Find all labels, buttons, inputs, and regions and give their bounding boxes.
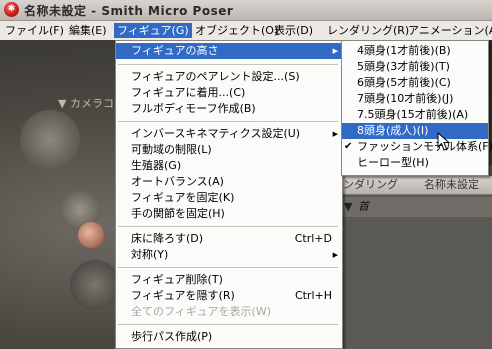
menu-item-label: 対称(Y) [131,248,169,261]
submenu-item-7-heads[interactable]: 7頭身(10才前後)(J) [342,91,488,107]
actor-row[interactable]: ▼ 首 [330,197,492,217]
menu-animation[interactable]: アニメーション(A) [405,23,492,38]
render-tab[interactable]: ンダリング [343,176,398,194]
menu-item-parent-figure[interactable]: フィギュアのペアレント設定...(S) [116,69,342,85]
figure-menu-dropdown: フィギュアの高さ ▶ フィギュアのペアレント設定...(S) フィギュアに着用.… [115,40,343,349]
menu-item-figure-height[interactable]: フィギュアの高さ ▶ [116,43,342,59]
window-title: 名称未設定 - Smith Micro Poser [24,4,234,18]
menu-display[interactable]: 表示(D) [271,23,316,38]
menu-item-label: 7.5頭身(15才前後)(A) [357,108,469,121]
menu-item-conform-to[interactable]: フィギュアに着用...(C) [116,85,342,101]
menu-item-symmetry[interactable]: 対称(Y) ▶ [116,247,342,263]
menu-item-label: フィギュアの高さ [131,44,219,57]
menu-item-auto-balance[interactable]: オートバランス(A) [116,174,342,190]
menu-item-label: 6頭身(5才前後)(C) [357,76,451,89]
menu-separator [118,64,338,66]
figure-height-submenu: 4頭身(1才前後)(B) 5頭身(3才前後)(T) 6頭身(5才前後)(C) 7… [341,40,492,176]
menu-item-lock-hand-parts[interactable]: 手の関節を固定(H) [116,206,342,222]
menu-item-label: 全てのフィギュアを表示(W) [131,305,272,318]
menu-item-hide-figure[interactable]: フィギュアを隠す(R) Ctrl+H [116,288,342,304]
menu-item-label: 5頭身(3才前後)(T) [357,60,450,73]
menu-item-genitalia[interactable]: 生殖器(G) [116,158,342,174]
camera-controls-label: ▼ カメラコ [58,97,114,110]
submenu-item-6-heads[interactable]: 6頭身(5才前後)(C) [342,75,488,91]
submenu-arrow-icon: ▶ [332,130,338,138]
menu-item-label: 生殖器(G) [131,159,182,172]
menu-item-label: ファッションモデル体系(F) [357,140,492,153]
menu-item-label: 可動域の制限(L) [131,143,212,156]
menu-item-label: ヒーロー型(H) [357,156,429,169]
menu-item-label: フィギュアに着用...(C) [131,86,246,99]
submenu-item-4-heads[interactable]: 4頭身(1才前後)(B) [342,43,488,59]
menu-item-label: フィギュアを隠す(R) [131,289,235,302]
menu-item-label: 手の関節を固定(H) [131,207,225,220]
menu-item-label: オートバランス(A) [131,175,224,188]
mouse-pointer-icon [437,132,451,151]
menu-separator [118,324,338,326]
camera-trackball[interactable] [20,110,80,170]
menu-item-label: フルボディモーフ作成(B) [131,102,256,115]
submenu-item-7-5-heads[interactable]: 7.5頭身(15才前後)(A) [342,107,488,123]
move-control-dial[interactable] [70,260,120,310]
submenu-item-8-heads[interactable]: 8頭身(成人)(I) [342,123,488,139]
submenu-arrow-icon: ▶ [332,47,338,55]
menu-separator [118,121,338,123]
hand-control-icon[interactable] [78,222,104,248]
menu-separator [118,226,338,228]
menu-item-full-body-morph[interactable]: フルボディモーフ作成(B) [116,101,342,117]
menu-item-label: インバースキネマティクス設定(U) [131,127,301,140]
menu-item-label: 8頭身(成人)(I) [357,124,429,137]
menu-item-label: フィギュアを固定(K) [131,191,235,204]
menu-shortcut: Ctrl+H [294,289,332,302]
menu-separator [118,267,338,269]
menu-edit[interactable]: 編集(E) [66,23,110,38]
title-bar: ✱ 名称未設定 - Smith Micro Poser [0,0,492,21]
menu-item-label: フィギュア削除(T) [131,273,223,286]
menu-figure[interactable]: フィギュア(G) [114,23,192,38]
expand-triangle-icon[interactable]: ▼ [344,197,352,217]
menu-file[interactable]: ファイル(F) [2,23,67,38]
menu-item-show-all-figures[interactable]: 全てのフィギュアを表示(W) [116,304,342,320]
menu-item-delete-figure[interactable]: フィギュア削除(T) [116,272,342,288]
menu-item-inverse-kinematics[interactable]: インバースキネマティクス設定(U) ▶ [116,126,342,142]
submenu-item-fashion-model[interactable]: ✔ ファッションモデル体系(F) [342,139,492,155]
menu-render[interactable]: レンダリング(R) [324,23,412,38]
menu-shortcut: Ctrl+D [294,232,332,245]
panel-tab-bar: ンダリング 名称未設定 [330,176,492,195]
menu-object[interactable]: オブジェクト(O) [192,23,281,38]
menu-item-label: フィギュアのペアレント設定...(S) [131,70,300,83]
checkmark-icon: ✔ [344,141,353,152]
poser-app-icon[interactable]: ✱ [4,2,19,17]
menu-item-label: 床に降ろす(D) [131,232,204,245]
document-tab[interactable]: 名称未設定 [424,176,479,194]
submenu-arrow-icon: ▶ [332,251,338,259]
menu-item-create-walk-path[interactable]: 歩行パス作成(P) [116,329,342,345]
menu-item-label: 7頭身(10才前後)(J) [357,92,454,105]
actor-label: 首 [358,200,369,213]
submenu-item-5-heads[interactable]: 5頭身(3才前後)(T) [342,59,488,75]
menu-item-label: 歩行パス作成(P) [131,330,213,343]
submenu-item-heroic[interactable]: ヒーロー型(H) [342,155,488,171]
menu-item-lock-figure[interactable]: フィギュアを固定(K) [116,190,342,206]
menu-item-label: 4頭身(1才前後)(B) [357,44,451,57]
menu-bar: ファイル(F) 編集(E) フィギュア(G) オブジェクト(O) 表示(D) レ… [0,21,492,41]
menu-item-use-limits[interactable]: 可動域の制限(L) [116,142,342,158]
menu-item-drop-to-floor[interactable]: 床に降ろす(D) Ctrl+D [116,231,342,247]
